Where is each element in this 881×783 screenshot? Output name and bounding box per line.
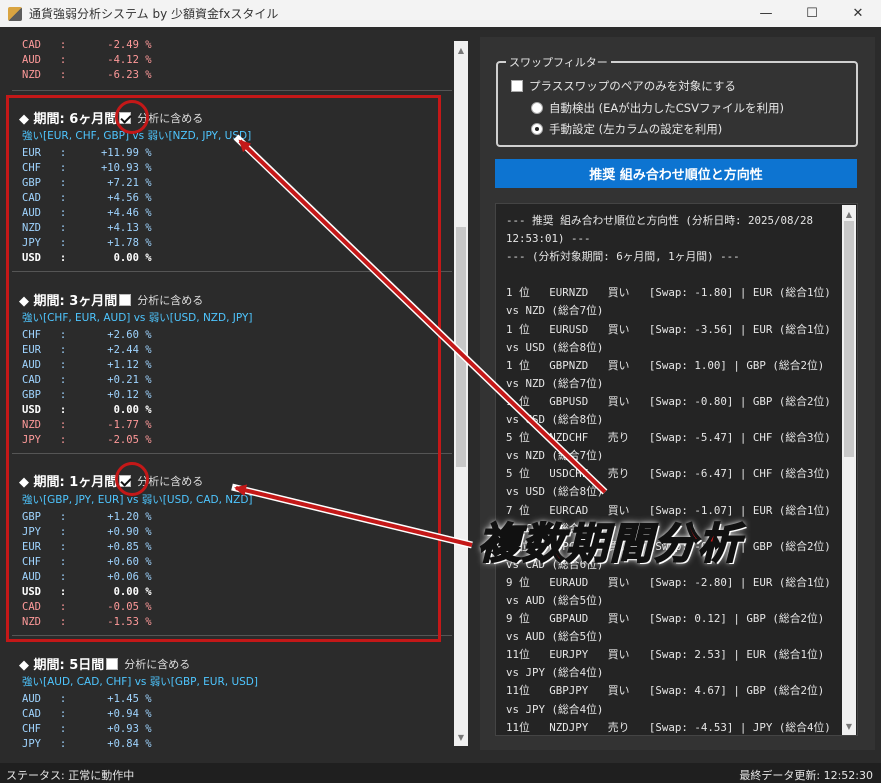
currency-row: NZD : -6.23 % (22, 69, 152, 81)
separator: : (40, 738, 92, 750)
plus-swap-option[interactable]: プラススワップのペアのみを対象にする (511, 78, 736, 94)
currency-code: CHF (22, 723, 41, 735)
currency-row: JPY : +0.84 % (22, 738, 152, 750)
window-controls: — ☐ ✕ (743, 0, 881, 27)
title-bar: 通貨強弱分析システム by 少額資金fxスタイル — ☐ ✕ (0, 0, 881, 27)
currency-code: JPY (22, 738, 41, 750)
currency-row: CAD : +0.94 % (22, 708, 152, 720)
scroll-down-icon[interactable]: ▼ (454, 730, 468, 744)
scroll-thumb[interactable] (456, 227, 466, 467)
period-summary-5d: 強い[AUD, CAD, CHF] vs 弱い[GBP, EUR, USD] (22, 676, 258, 688)
currency-value: +0.84 % (107, 738, 152, 750)
separator: : (40, 693, 92, 705)
currency-code: AUD (22, 693, 41, 705)
currency-row: AUD : +1.45 % (22, 693, 152, 705)
scroll-up-icon[interactable]: ▲ (454, 43, 468, 57)
section-divider (12, 90, 452, 91)
results-scrollbar[interactable]: ▲ ▼ (842, 205, 856, 735)
include-checkbox-5d[interactable] (106, 657, 119, 670)
currency-value: +0.94 % (107, 708, 152, 720)
separator: : (40, 708, 92, 720)
auto-detect-option[interactable]: 自動検出 (EAが出力したCSVファイルを利用) (531, 100, 784, 116)
recommendation-panel: スワップフィルター プラススワップのペアのみを対象にする 自動検出 (EAが出力… (480, 37, 875, 750)
separator: : (40, 723, 92, 735)
currency-row: AUD : -4.12 % (22, 54, 152, 66)
last-update-text: 最終データ更新: 12:52:30 (739, 769, 873, 782)
swap-filter-legend: スワップフィルター (506, 54, 611, 70)
recommend-button[interactable]: 推奨 組み合わせ順位と方向性 (495, 159, 857, 188)
annotation-label: 複数期間分析 (477, 518, 743, 569)
close-button[interactable]: ✕ (835, 0, 881, 27)
currency-row: CAD : -2.49 % (22, 39, 152, 51)
scroll-down-icon[interactable]: ▼ (842, 719, 856, 733)
currency-value: +0.93 % (107, 723, 152, 735)
results-text: --- 推奨 組み合わせ順位と方向性 (分析日時: 2025/08/28 12:… (506, 214, 831, 734)
window-title: 通貨強弱分析システム by 少額資金fxスタイル (29, 7, 279, 21)
annotation-circle (115, 462, 149, 496)
scroll-up-icon[interactable]: ▲ (842, 207, 856, 221)
manual-setting-radio[interactable] (531, 123, 543, 135)
minimize-button[interactable]: — (743, 0, 789, 27)
app-window: 通貨強弱分析システム by 少額資金fxスタイル — ☐ ✕ CAD : -2.… (0, 0, 881, 783)
currency-value: +1.45 % (107, 693, 152, 705)
status-bar: ステータス: 正常に動作中 最終データ更新: 12:52:30 (0, 763, 881, 783)
left-scrollbar[interactable]: ▲ ▼ (454, 41, 468, 746)
app-icon (8, 6, 22, 21)
status-text: ステータス: 正常に動作中 (6, 769, 135, 782)
currency-code: CAD (22, 708, 41, 720)
annotation-circle (115, 100, 149, 134)
swap-filter-group: スワップフィルター プラススワップのペアのみを対象にする 自動検出 (EAが出力… (496, 54, 858, 147)
manual-setting-option[interactable]: 手動設定 (左カラムの設定を利用) (531, 121, 722, 137)
results-textbox[interactable]: --- 推奨 組み合わせ順位と方向性 (分析日時: 2025/08/28 12:… (495, 203, 858, 736)
scroll-thumb[interactable] (844, 221, 854, 457)
plus-swap-checkbox[interactable] (511, 80, 523, 92)
period-title-5d: ◆ 期間: 5日間 分析に含める (19, 657, 191, 673)
maximize-button[interactable]: ☐ (789, 0, 835, 27)
auto-detect-radio[interactable] (531, 102, 543, 114)
currency-row: CHF : +0.93 % (22, 723, 152, 735)
annotation-frame (6, 95, 441, 642)
